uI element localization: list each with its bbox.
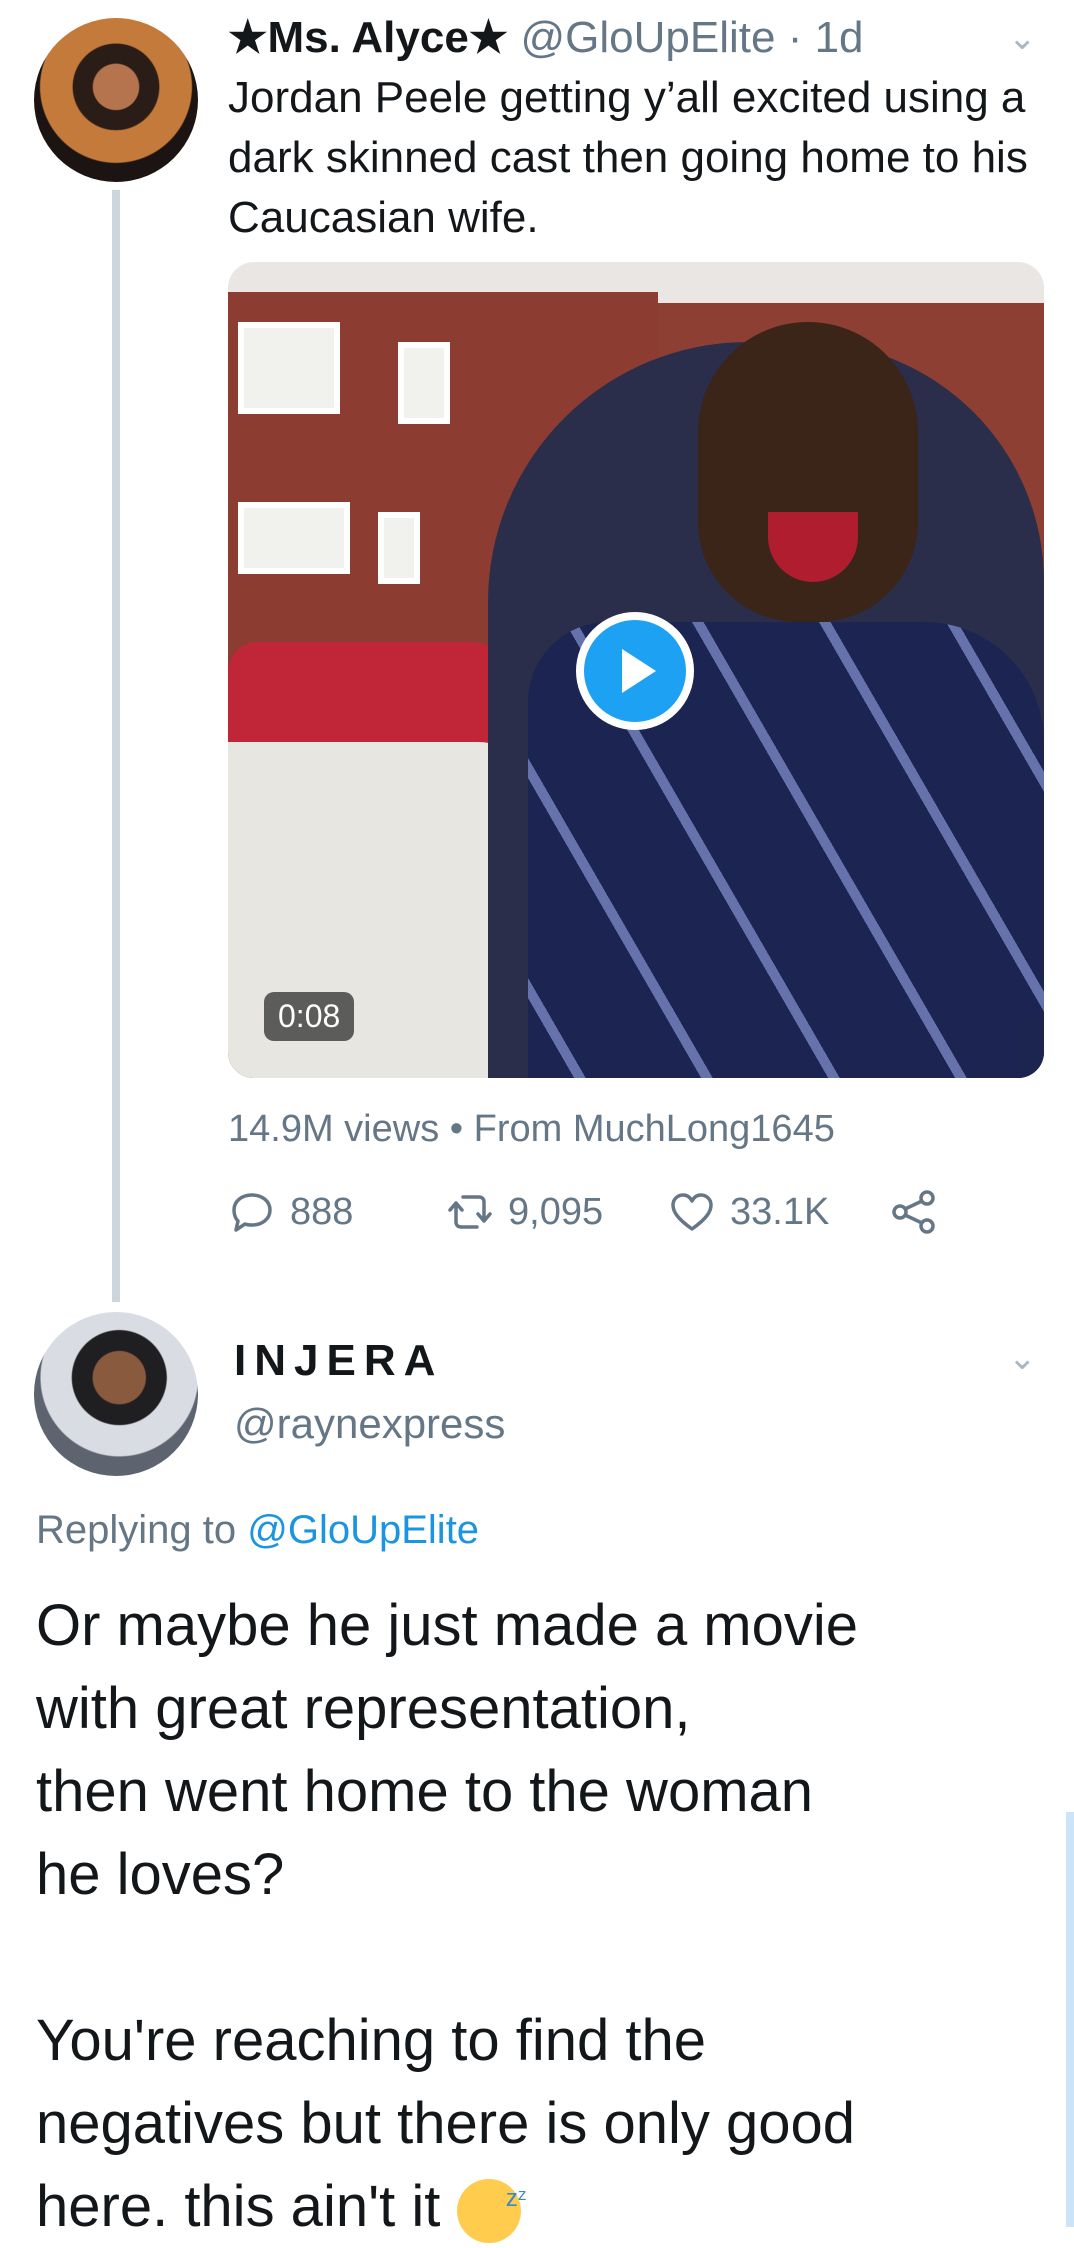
chevron-down-icon[interactable]: ⌄ xyxy=(1008,18,1037,58)
heart-icon xyxy=(671,1193,713,1231)
scrollbar[interactable] xyxy=(1066,1812,1074,2227)
chevron-down-icon[interactable]: ⌄ xyxy=(1008,1338,1037,1378)
video-duration: 0:08 xyxy=(264,992,355,1041)
replying-prefix: Replying to xyxy=(36,1508,237,1552)
thread-line xyxy=(112,190,120,1302)
play-icon[interactable] xyxy=(576,612,694,730)
avatar[interactable] xyxy=(34,18,198,182)
video-source[interactable]: • From MuchLong1645 xyxy=(450,1108,835,1150)
reply-button[interactable]: 888 xyxy=(228,1188,353,1236)
video-stats: 14.9M views • From MuchLong1645 xyxy=(228,1108,835,1151)
sleeping-face-icon xyxy=(456,2157,527,2243)
avatar[interactable] xyxy=(34,1312,198,1476)
author-handle[interactable]: @GloUpElite xyxy=(520,13,775,62)
retweet-button[interactable]: 9,095 xyxy=(446,1188,603,1236)
reply-body: Or maybe he just made a movie with great… xyxy=(36,1593,859,2239)
video-player[interactable]: 0:08 xyxy=(228,262,1044,1078)
share-button[interactable] xyxy=(890,1188,938,1236)
share-icon xyxy=(892,1190,935,1234)
view-count: 14.9M views xyxy=(228,1108,440,1150)
reply-count: 888 xyxy=(290,1190,354,1233)
retweet-icon xyxy=(448,1195,492,1229)
author-name[interactable]: ★Ms. Alyce★ xyxy=(228,13,508,62)
tweet-header: ★Ms. Alyce★ @GloUpElite · 1d xyxy=(228,12,864,63)
retweet-count: 9,095 xyxy=(508,1190,604,1233)
like-button[interactable]: 33.1K xyxy=(668,1188,829,1236)
reply-text: Or maybe he just made a movie with great… xyxy=(36,1584,1046,2248)
replying-to-link[interactable]: @GloUpElite xyxy=(247,1508,479,1552)
author-name[interactable]: INJERA xyxy=(234,1336,443,1386)
tweet-text: Jordan Peele getting y’all excited using… xyxy=(228,73,1028,242)
tweet-time[interactable]: · 1d xyxy=(788,13,864,62)
replying-to: Replying to @GloUpElite xyxy=(36,1508,479,1553)
author-handle[interactable]: @raynexpress xyxy=(234,1400,505,1448)
reply-icon xyxy=(232,1193,272,1232)
like-count: 33.1K xyxy=(730,1190,830,1233)
